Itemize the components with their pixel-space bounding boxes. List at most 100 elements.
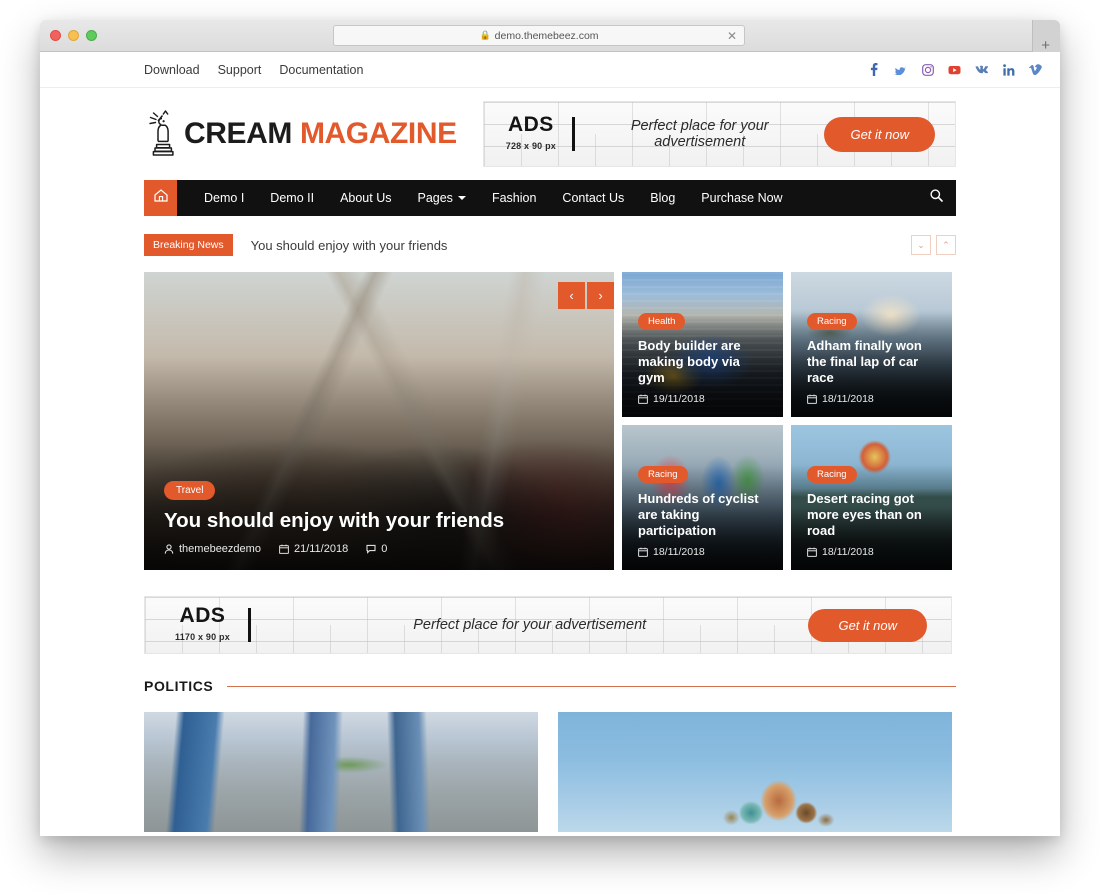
post-body: Racing Hundreds of cyclist are taking pa… — [622, 464, 783, 570]
search-toggle-button[interactable] — [916, 180, 956, 216]
vimeo-icon[interactable] — [1029, 63, 1042, 76]
post-meta: 18/11/2018 — [807, 393, 936, 405]
featured-post-card[interactable]: ‹ › Travel You should enjoy with your fr… — [144, 272, 614, 570]
utility-link-documentation[interactable]: Documentation — [279, 63, 363, 77]
slider-next-button[interactable]: › — [587, 282, 614, 309]
category-badge[interactable]: Health — [638, 313, 686, 331]
author-name: themebeezdemo — [179, 543, 261, 555]
breaking-prev-button[interactable]: ⌄ — [911, 235, 931, 255]
breaking-news-bar: Breaking News You should enjoy with your… — [144, 230, 956, 260]
ad-divider — [247, 608, 251, 642]
nav-item-blog[interactable]: Blog — [637, 180, 688, 216]
youtube-icon[interactable] — [948, 63, 961, 76]
page-viewport: Download Support Documentation CREAM MAG… — [40, 52, 1060, 836]
comment-count: 0 — [381, 543, 388, 555]
slider-prev-button[interactable]: ‹ — [558, 282, 585, 309]
url-text: demo.themebeez.com — [494, 29, 599, 42]
breaking-news-headline[interactable]: You should enjoy with your friends — [251, 238, 911, 253]
lock-icon: 🔒 — [479, 30, 491, 40]
post-date: 18/11/2018 — [807, 546, 874, 558]
close-window-button[interactable] — [50, 30, 61, 41]
category-badge[interactable]: Racing — [807, 466, 857, 484]
nav-item-demo-ii[interactable]: Demo II — [257, 180, 327, 216]
post-date: 18/11/2018 — [638, 546, 705, 558]
breaking-next-button[interactable]: ⌃ — [936, 235, 956, 255]
nav-label: Blog — [650, 191, 676, 205]
date-text: 18/11/2018 — [822, 393, 874, 405]
search-icon — [929, 189, 943, 207]
post-body: Racing Adham finally won the final lap o… — [791, 311, 952, 417]
post-card[interactable]: Racing Adham finally won the final lap o… — [791, 272, 952, 417]
nav-item-home[interactable] — [144, 180, 177, 216]
user-icon — [164, 544, 174, 554]
ad-banner-728x90[interactable]: ADS 728 x 90 px Perfect place for your a… — [482, 101, 956, 167]
facebook-icon[interactable] — [867, 63, 880, 76]
date-text: 19/11/2018 — [653, 393, 705, 405]
site-logo[interactable]: CREAM MAGAZINE — [144, 109, 457, 159]
politics-post-card[interactable] — [558, 712, 952, 832]
linkedin-icon[interactable] — [1002, 63, 1015, 76]
close-icon[interactable]: ✕ — [727, 30, 737, 42]
category-badge[interactable]: Racing — [807, 313, 857, 331]
nav-label: Pages — [417, 191, 453, 205]
ad-cta-button[interactable]: Get it now — [808, 608, 927, 642]
post-card[interactable]: Racing Desert racing got more eyes than … — [791, 425, 952, 570]
twitter-icon[interactable] — [894, 63, 907, 76]
nav-item-purchase-now[interactable]: Purchase Now — [688, 180, 795, 216]
nav-item-about-us[interactable]: About Us — [327, 180, 404, 216]
post-meta: 19/11/2018 — [638, 393, 767, 405]
date-text: 18/11/2018 — [822, 546, 874, 558]
date-text: 18/11/2018 — [653, 546, 705, 558]
section-title: POLITICS — [144, 678, 214, 694]
ad-divider — [571, 117, 575, 151]
post-meta: themebeezdemo 21/11/2018 0 — [164, 543, 594, 555]
nav-item-fashion[interactable]: Fashion — [479, 180, 549, 216]
featured-posts-grid: ‹ › Travel You should enjoy with your fr… — [144, 272, 952, 570]
post-title[interactable]: Desert racing got more eyes than on road — [807, 491, 936, 539]
ad-banner-1170x90[interactable]: ADS 1170 x 90 px Perfect place for your … — [144, 596, 952, 654]
ad-cta-button[interactable]: Get it now — [824, 116, 935, 152]
calendar-icon — [807, 394, 817, 404]
nav-item-contact-us[interactable]: Contact Us — [549, 180, 637, 216]
category-badge[interactable]: Racing — [638, 466, 688, 484]
nav-label: Demo I — [204, 191, 245, 205]
nav-item-pages[interactable]: Pages — [404, 180, 478, 216]
politics-post-card[interactable] — [144, 712, 538, 832]
plus-icon[interactable]: + — [1041, 38, 1050, 53]
calendar-icon — [638, 394, 648, 404]
post-author[interactable]: themebeezdemo — [164, 543, 261, 555]
instagram-icon[interactable] — [921, 63, 934, 76]
nav-label: About Us — [340, 191, 392, 205]
ad-slogan: Perfect place for your advertisement — [413, 617, 647, 633]
post-title[interactable]: Body builder are making body via gym — [638, 338, 767, 386]
address-bar[interactable]: 🔒 demo.themebeez.com ✕ — [333, 25, 745, 46]
politics-post-image — [144, 712, 538, 832]
nav-item-demo-i[interactable]: Demo I — [191, 180, 257, 216]
calendar-icon — [279, 544, 289, 554]
post-title[interactable]: You should enjoy with your friends — [164, 508, 594, 533]
social-links — [867, 63, 1042, 76]
breaking-news-nav: ⌄ ⌃ — [911, 235, 956, 255]
utility-link-support[interactable]: Support — [218, 63, 262, 77]
brand-accent: MAGAZINE — [299, 117, 457, 150]
date-text: 21/11/2018 — [293, 543, 349, 555]
post-card[interactable]: Health Body builder are making body via … — [622, 272, 783, 417]
utility-link-download[interactable]: Download — [144, 63, 200, 77]
post-meta: 18/11/2018 — [638, 546, 767, 558]
post-title[interactable]: Hundreds of cyclist are taking participa… — [638, 491, 767, 539]
post-card[interactable]: Racing Hundreds of cyclist are taking pa… — [622, 425, 783, 570]
category-badge[interactable]: Travel — [164, 481, 216, 500]
ad-title: ADS — [179, 603, 226, 627]
vk-icon[interactable] — [975, 63, 988, 76]
post-title[interactable]: Adham finally won the final lap of car r… — [807, 338, 936, 386]
maximize-window-button[interactable] — [86, 30, 97, 41]
post-comments[interactable]: 0 — [366, 543, 387, 555]
post-date: 19/11/2018 — [638, 393, 705, 405]
breaking-news-badge[interactable]: Breaking News — [144, 234, 233, 256]
politics-posts-grid — [144, 712, 952, 832]
browser-titlebar: 🔒 demo.themebeez.com ✕ + — [40, 20, 1060, 53]
comment-icon — [366, 544, 376, 554]
section-divider — [227, 685, 956, 687]
minimize-window-button[interactable] — [68, 30, 79, 41]
post-meta: 18/11/2018 — [807, 546, 936, 558]
